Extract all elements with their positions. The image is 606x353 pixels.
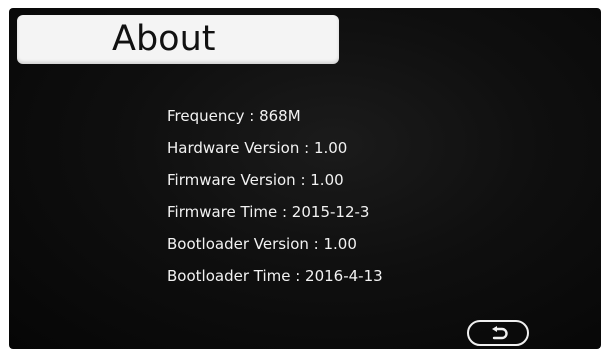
return-arrow-icon [492, 326, 508, 340]
info-bootloader-version: Bootloader Version : 1.00 [167, 235, 357, 253]
info-frequency: Frequency : 868M [167, 107, 301, 125]
device-info-list: Frequency : 868M Hardware Version : 1.00… [167, 100, 383, 292]
info-bootloader-time: Bootloader Time : 2016-4-13 [167, 267, 383, 285]
about-screen: About Frequency : 868M Hardware Version … [9, 8, 601, 349]
info-firmware-version: Firmware Version : 1.00 [167, 171, 344, 189]
info-firmware-time: Firmware Time : 2015-12-3 [167, 203, 370, 221]
info-hardware-version: Hardware Version : 1.00 [167, 139, 348, 157]
title-bar: About [17, 15, 339, 64]
back-button[interactable] [467, 320, 529, 346]
page-title: About [112, 19, 216, 59]
device-frame: About Frequency : 868M Hardware Version … [0, 0, 606, 353]
